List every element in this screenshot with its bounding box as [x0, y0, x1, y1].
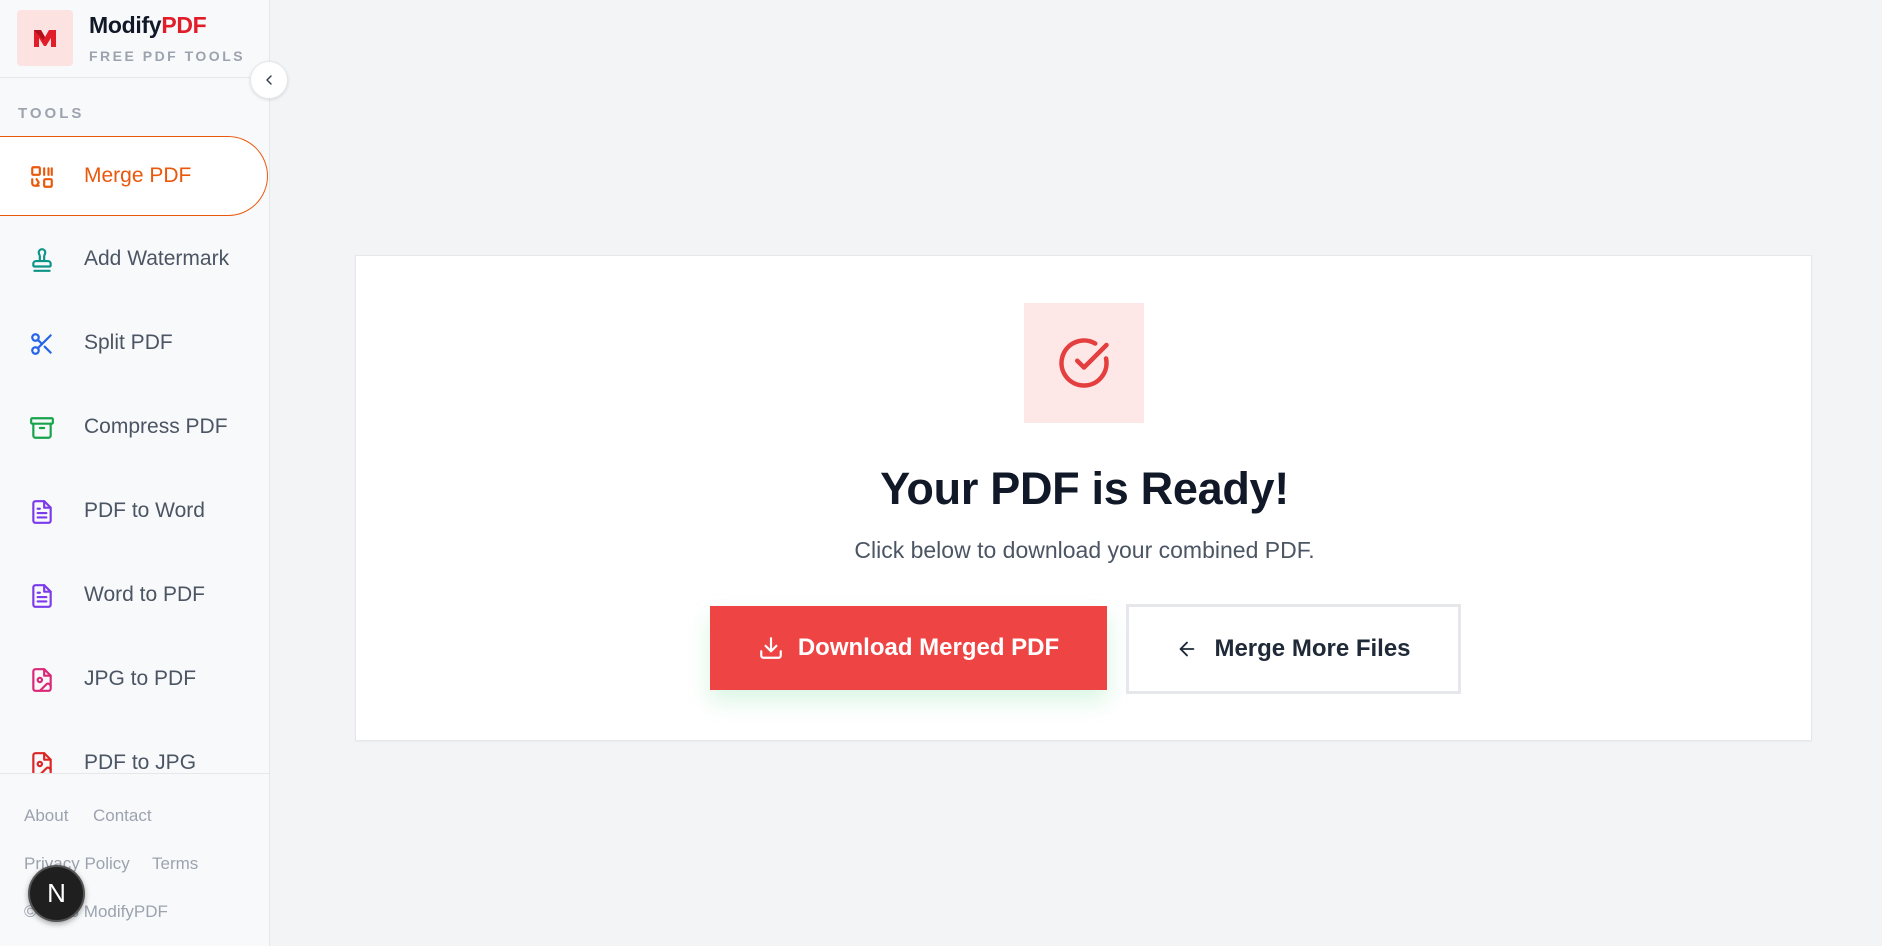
- sidebar: ModifyPDF FREE PDF TOOLS TOOLS Merge PDF…: [0, 0, 270, 946]
- success-icon-box: [1024, 303, 1144, 423]
- result-card: Your PDF is Ready! Click below to downlo…: [355, 255, 1812, 741]
- check-circle-icon: [1059, 338, 1109, 388]
- brand-tagline: FREE PDF TOOLS: [89, 48, 246, 64]
- merge-more-files-button[interactable]: Merge More Files: [1126, 604, 1461, 694]
- about-link[interactable]: About: [24, 806, 68, 826]
- tools-nav: Merge PDF Add Watermark Split PDF Compre…: [0, 136, 270, 774]
- chevron-left-icon: [266, 75, 272, 85]
- sidebar-item-label: PDF to Word: [84, 499, 205, 522]
- sidebar-footer: About Contact Privacy Policy Terms © 202…: [0, 773, 270, 946]
- tools-section-label: TOOLS: [18, 105, 85, 122]
- dev-tools-badge[interactable]: N: [28, 865, 85, 922]
- arrow-left-icon: [1180, 641, 1195, 657]
- sidebar-item-label: PDF to JPG: [84, 751, 197, 774]
- download-merged-pdf-button[interactable]: Download Merged PDF: [710, 606, 1107, 690]
- sidebar-item-split-pdf[interactable]: Split PDF: [0, 304, 268, 384]
- stamp-icon: [32, 248, 52, 272]
- merge-more-button-label: Merge More Files: [1214, 635, 1411, 662]
- download-button-label: Download Merged PDF: [797, 634, 1060, 661]
- image-file-icon: [32, 668, 52, 692]
- sidebar-item-pdf-to-jpg[interactable]: PDF to JPG: [0, 724, 268, 774]
- sidebar-item-word-to-pdf[interactable]: Word to PDF: [0, 556, 268, 636]
- sidebar-item-jpg-to-pdf[interactable]: JPG to PDF: [0, 640, 268, 720]
- sidebar-item-label: JPG to PDF: [84, 667, 197, 690]
- sidebar-item-label: Merge PDF: [84, 164, 192, 187]
- sidebar-item-label: Word to PDF: [84, 583, 205, 606]
- sidebar-item-label: Split PDF: [84, 331, 173, 354]
- merge-icon: [31, 166, 53, 188]
- terms-link[interactable]: Terms: [152, 854, 198, 874]
- sidebar-item-merge-pdf[interactable]: Merge PDF: [0, 136, 268, 216]
- image-file-icon: [32, 752, 52, 774]
- page-title: Your PDF is Ready!: [880, 463, 1289, 514]
- collapse-sidebar-button[interactable]: [250, 61, 288, 99]
- sidebar-item-add-watermark[interactable]: Add Watermark: [0, 220, 268, 300]
- document-icon: [32, 584, 52, 608]
- sidebar-item-label: Add Watermark: [84, 247, 230, 270]
- download-icon: [759, 637, 782, 659]
- contact-link[interactable]: Contact: [93, 806, 152, 826]
- brand-header: ModifyPDF FREE PDF TOOLS: [0, 0, 270, 78]
- logo-icon[interactable]: [17, 10, 73, 66]
- scissors-icon: [31, 333, 52, 355]
- sidebar-item-label: Compress PDF: [84, 415, 228, 438]
- document-icon: [32, 500, 52, 524]
- brand-name[interactable]: ModifyPDF: [89, 12, 207, 39]
- sidebar-item-pdf-to-word[interactable]: PDF to Word: [0, 472, 268, 552]
- archive-icon: [30, 417, 54, 439]
- page-subtitle: Click below to download your combined PD…: [854, 537, 1315, 563]
- sidebar-item-compress-pdf[interactable]: Compress PDF: [0, 388, 268, 468]
